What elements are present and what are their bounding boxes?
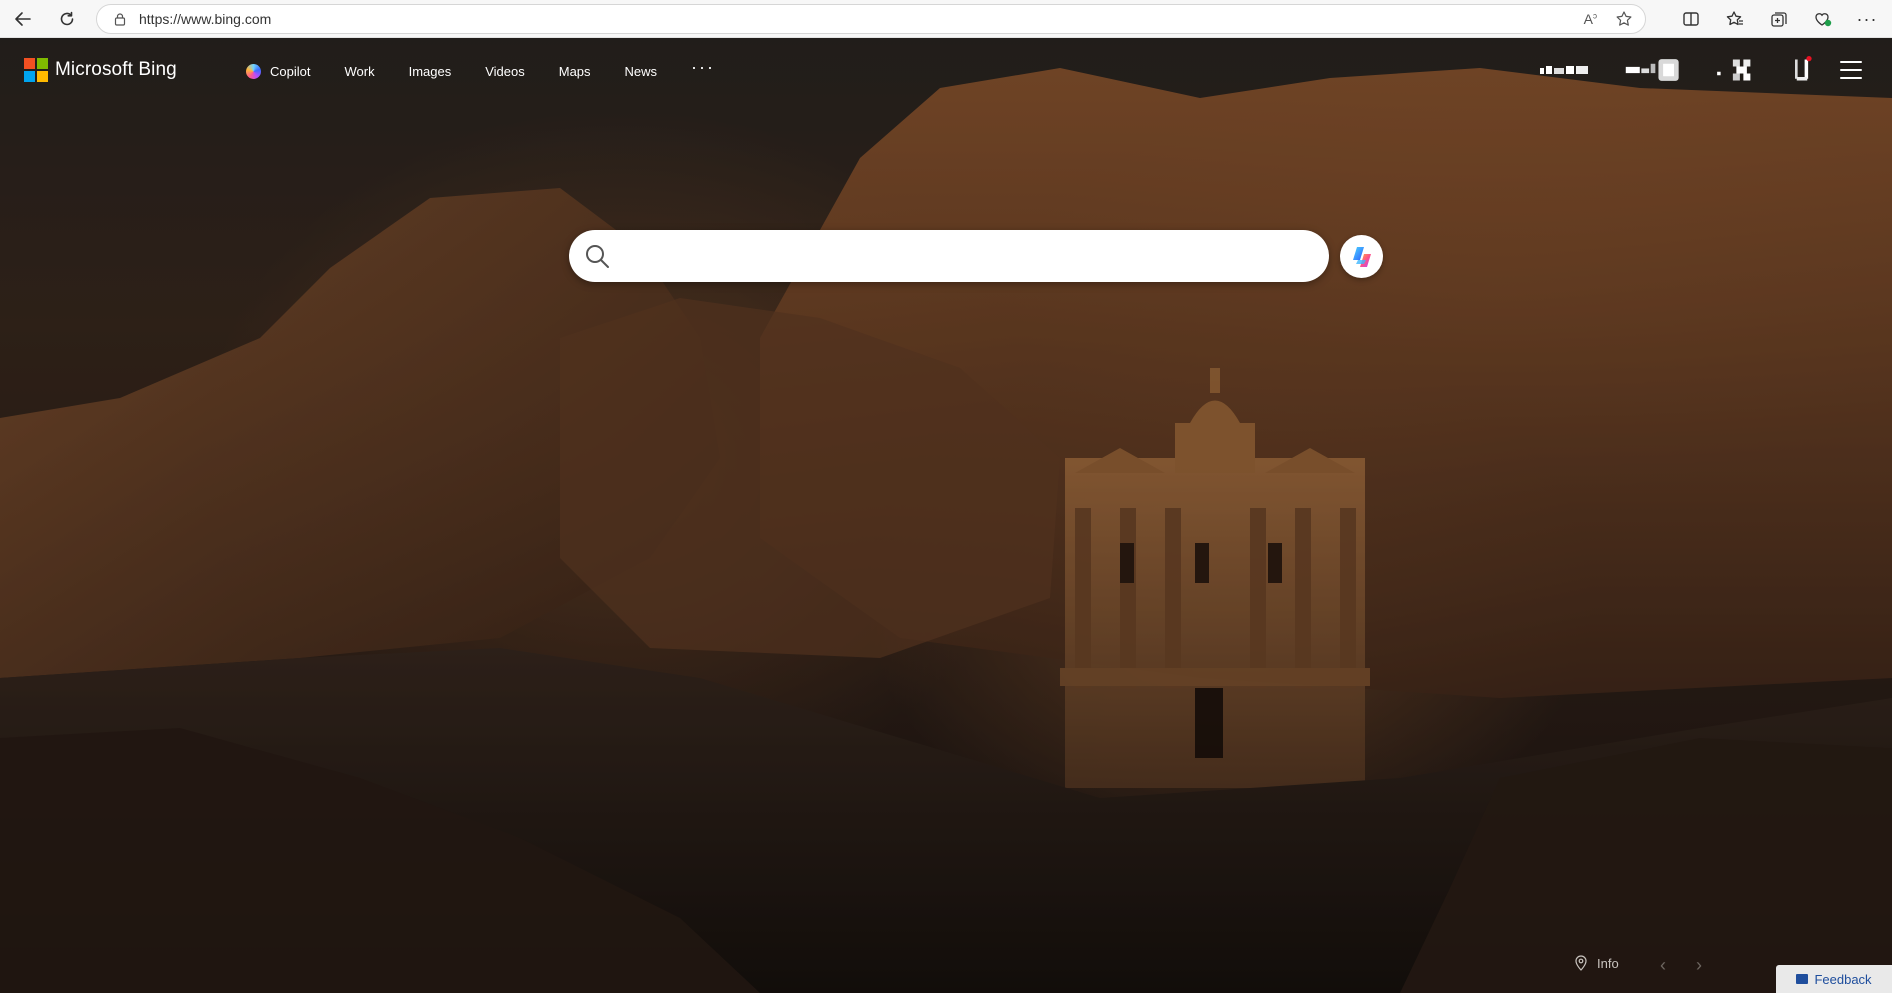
logo-square-yellow: [37, 71, 48, 82]
hamburger-line: [1840, 77, 1862, 79]
search-box[interactable]: [569, 230, 1329, 282]
collections-icon[interactable]: [1764, 4, 1794, 34]
read-aloud-icon[interactable]: Aↄ: [1584, 11, 1597, 27]
feedback-label: Feedback: [1814, 971, 1872, 987]
bing-logo[interactable]: Microsoft Bing: [24, 58, 177, 82]
hamburger-line: [1840, 61, 1862, 63]
copilot-search-button[interactable]: [1340, 235, 1383, 278]
split-screen-icon[interactable]: [1676, 4, 1706, 34]
more-icon[interactable]: ···: [1852, 4, 1882, 34]
back-arrow-icon[interactable]: [8, 4, 38, 34]
address-bar[interactable]: https://www.bing.com Aↄ: [96, 4, 1646, 34]
lock-icon[interactable]: [113, 12, 127, 26]
feedback-icon: [1796, 974, 1809, 984]
nav-copilot-label: Copilot: [270, 64, 311, 79]
top-nav: Copilot Work Images Videos Maps News ···: [246, 57, 749, 79]
logo-square-green: [37, 58, 48, 69]
copilot-icon: [246, 64, 261, 79]
info-label: Info: [1597, 955, 1619, 971]
sign-in-redacted[interactable]: [1618, 56, 1688, 84]
previous-image-chevron-left-icon[interactable]: ‹: [1660, 955, 1666, 976]
nav-copilot[interactable]: Copilot: [246, 64, 310, 79]
refresh-icon[interactable]: [52, 4, 82, 34]
nav-videos[interactable]: Videos: [485, 64, 525, 79]
microsoft-logo-icon: [24, 58, 48, 82]
logo-square-red: [24, 58, 35, 69]
feedback-button[interactable]: Feedback: [1776, 965, 1892, 993]
bing-homepage: Microsoft Bing Copilot Work Images Video…: [0, 38, 1892, 993]
browser-toolbar: https://www.bing.com Aↄ ···: [0, 0, 1892, 38]
language-switch-redacted[interactable]: [1540, 56, 1592, 84]
nav-images[interactable]: Images: [409, 64, 452, 79]
browser-essentials-icon[interactable]: [1808, 4, 1838, 34]
rewards-redacted[interactable]: [1714, 56, 1764, 84]
notifications-redacted[interactable]: [1790, 56, 1814, 84]
hamburger-line: [1840, 69, 1862, 71]
copilot-icon: [1352, 246, 1371, 267]
logo-square-blue: [24, 71, 35, 82]
brand-name: Microsoft Bing: [55, 59, 177, 80]
image-nav-arrows: ‹ ›: [1660, 955, 1702, 976]
location-pin-icon: [1575, 955, 1587, 971]
background-image: [0, 38, 1892, 993]
nav-news[interactable]: News: [625, 64, 658, 79]
favorite-star-icon[interactable]: [1615, 10, 1633, 28]
next-image-chevron-right-icon[interactable]: ›: [1696, 955, 1702, 976]
image-info-button[interactable]: Info: [1575, 955, 1619, 971]
nav-work[interactable]: Work: [344, 64, 374, 79]
nav-maps[interactable]: Maps: [559, 64, 591, 79]
hamburger-menu-icon[interactable]: [1840, 61, 1862, 79]
search-input[interactable]: [620, 236, 1300, 276]
favorites-icon[interactable]: [1720, 4, 1750, 34]
url-text[interactable]: https://www.bing.com: [139, 11, 271, 27]
header-account-area: [1540, 52, 1862, 88]
nav-more-button[interactable]: ···: [691, 57, 715, 78]
search-icon[interactable]: [584, 243, 610, 269]
